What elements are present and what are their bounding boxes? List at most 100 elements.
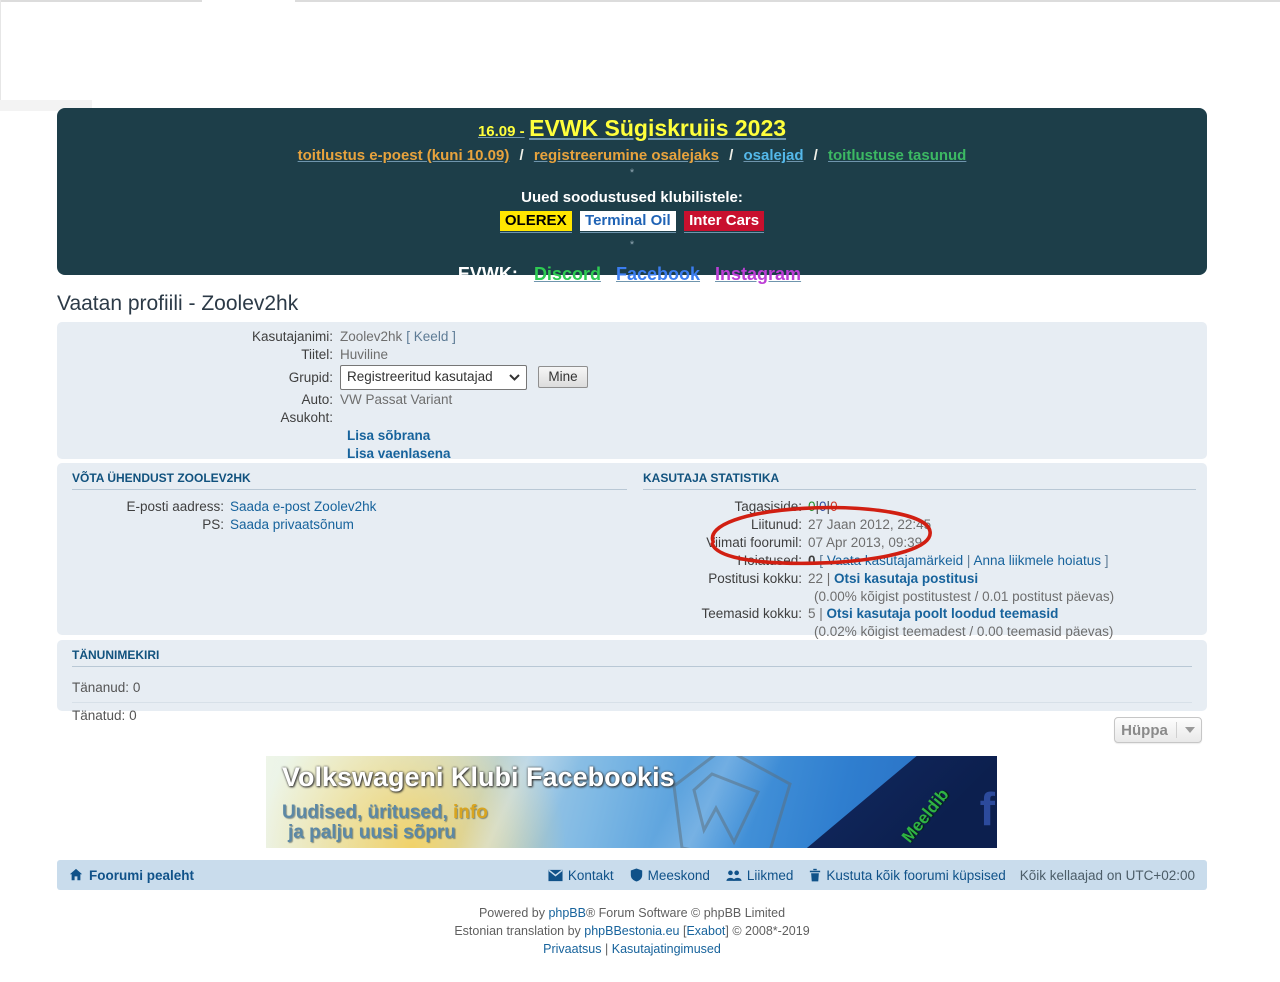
add-friend-link[interactable]: Lisa sõbrana xyxy=(347,427,1207,445)
topics-label: Teemasid kokku: xyxy=(643,605,808,623)
members-link[interactable]: Liikmed xyxy=(726,868,794,883)
groups-select[interactable]: Registreeritud kasutajad xyxy=(340,365,527,390)
team-link[interactable]: Meeskond xyxy=(630,868,710,883)
feedback-negative[interactable]: 0 xyxy=(830,499,838,514)
event-links-row: toitlustus e-poest (kuni 10.09) / regist… xyxy=(57,147,1207,164)
divider xyxy=(72,666,1192,667)
powered-by-suffix: ® Forum Software © phpBB Limited xyxy=(586,906,785,920)
credits-line2: Estonian translation by phpBBestonia.eu … xyxy=(57,922,1207,940)
profile-row-car: Auto: VW Passat Variant xyxy=(57,391,1207,409)
give-warning-link[interactable]: Anna liikmele hoiatus xyxy=(973,553,1101,568)
facebook-link[interactable]: Facebook xyxy=(616,264,700,284)
stats-row-feedback: Tagasiside: 0|0|0 xyxy=(643,498,1196,516)
home-icon xyxy=(69,868,83,882)
translation-text: Estonian translation by xyxy=(454,924,584,938)
caret-down-icon xyxy=(1185,727,1195,733)
promo-heading: Uued soodustused klubilistele: xyxy=(57,189,1207,206)
site-credits: Powered by phpBB® Forum Software © phpBB… xyxy=(57,904,1207,958)
location-label: Asukoht: xyxy=(57,409,340,427)
terms-link[interactable]: Kasutajatingimused xyxy=(612,942,721,956)
members-label: Liikmed xyxy=(747,868,794,883)
stats-column: KASUTAJA STATISTIKA Tagasiside: 0|0|0 Li… xyxy=(643,471,1196,640)
powered-by-text: Powered by xyxy=(479,906,548,920)
posts-value-group: 22 | Otsi kasutaja postitusi xyxy=(808,570,978,588)
credits-line3: Privaatsus | Kasutajatingimused xyxy=(57,940,1207,958)
delete-cookies-link[interactable]: Kustuta kõik foorumi küpsised xyxy=(809,868,1005,883)
feedback-positive[interactable]: 0 xyxy=(808,499,816,514)
topics-count: 5 | xyxy=(808,606,823,621)
banner-line3: ja palju uusi sõpru xyxy=(288,822,456,844)
event-title-link[interactable]: EVWK Sügiskruiis 2023 xyxy=(529,115,786,141)
bracket: ] xyxy=(1105,553,1109,568)
groups-label: Grupid: xyxy=(57,369,340,387)
timezone-note: Kõik kellaajad on UTC+02:00 xyxy=(1020,868,1195,883)
groups-controls: Registreeritud kasutajad Mine xyxy=(340,365,588,390)
event-link-registreerumine[interactable]: registreerumine osalejaks xyxy=(534,147,719,164)
search-user-topics-link[interactable]: Otsi kasutaja poolt loodud teemasid xyxy=(827,606,1059,621)
event-date: 16.09 - xyxy=(478,123,525,140)
last-active-value: 07 Apr 2013, 09:39 xyxy=(808,534,922,552)
search-user-posts-link[interactable]: Otsi kasutaja postitusi xyxy=(834,571,978,586)
delete-cookies-label: Kustuta kõik foorumi küpsised xyxy=(826,868,1005,883)
joined-value: 27 Jaan 2012, 22:45 xyxy=(808,516,931,534)
received-label: Tänatud: xyxy=(72,708,125,723)
contact-heading: VÕTA ÜHENDUST ZOOLEV2HK xyxy=(72,471,627,485)
email-label: E-posti aadress: xyxy=(72,498,230,516)
ban-link[interactable]: [ Keeld ] xyxy=(406,329,456,344)
event-title-row: 16.09 - EVWK Sügiskruiis 2023 xyxy=(57,108,1207,145)
add-foe-link[interactable]: Lisa vaenlasena xyxy=(347,445,1207,463)
exabot-link[interactable]: Exabot xyxy=(686,924,725,938)
discord-link[interactable]: Discord xyxy=(534,264,601,284)
stats-row-topics: Teemasid kokku: 5 | Otsi kasutaja poolt … xyxy=(643,605,1196,623)
bracket: [ xyxy=(819,553,823,568)
privacy-link[interactable]: Privaatsus xyxy=(543,942,601,956)
view-user-notes-link[interactable]: Vaata kasutajamärkeid xyxy=(827,553,963,568)
sponsor-link-inter-cars[interactable]: Inter Cars xyxy=(684,211,764,233)
thanks-row-given: Tänanud: 0 xyxy=(72,675,1192,703)
screenshot-edge-artifact xyxy=(295,0,1280,2)
pm-label: PS: xyxy=(72,516,230,534)
feedback-neutral[interactable]: 0 xyxy=(819,499,827,514)
facebook-ad-banner[interactable]: Volkswageni Klubi Facebookis Uudised, ür… xyxy=(266,756,997,848)
divider xyxy=(1176,722,1177,738)
contact-row-pm: PS: Saada privaatsõnum xyxy=(72,516,627,534)
stats-row-posts: Postitusi kokku: 22 | Otsi kasutaja post… xyxy=(643,570,1196,588)
vw-logo-outline xyxy=(654,756,804,848)
posts-detail: (0.00% kõigist postitustest / 0.01 posti… xyxy=(814,588,1196,605)
forum-home-label: Foorumi pealeht xyxy=(89,868,194,883)
jump-to-dropdown[interactable]: Hüppa xyxy=(1114,717,1202,743)
forum-home-link[interactable]: Foorumi pealeht xyxy=(69,868,194,883)
banner-line2-highlight: info xyxy=(453,802,488,823)
thanks-panel: TÄNUNIMEKIRI Tänanud: 0 Tänatud: 0 xyxy=(57,640,1207,711)
sponsor-badge-terminal-oil[interactable]: Terminal Oil xyxy=(580,211,676,231)
title-value: Huviline xyxy=(340,346,388,364)
contact-link[interactable]: Kontakt xyxy=(548,868,614,883)
sponsor-badge-olerex[interactable]: OLEREX xyxy=(500,211,572,231)
translation-suffix: ] © 2008*-2019 xyxy=(725,924,809,938)
event-link-toitlustus[interactable]: toitlustus e-poest (kuni 10.09) xyxy=(298,147,510,164)
send-email-link[interactable]: Saada e-post Zoolev2hk xyxy=(230,498,376,516)
sponsor-link-olerex[interactable]: OLEREX xyxy=(500,211,572,233)
event-link-tasunud[interactable]: toitlustuse tasunud xyxy=(828,147,966,164)
team-label: Meeskond xyxy=(648,868,710,883)
facebook-f-icon: f xyxy=(980,782,995,836)
warnings-label: Hoiatused: xyxy=(643,552,808,570)
contact-row-email: E-posti aadress: Saada e-post Zoolev2hk xyxy=(72,498,627,516)
send-pm-link[interactable]: Saada privaatsõnum xyxy=(230,516,354,534)
topics-value-group: 5 | Otsi kasutaja poolt loodud teemasid xyxy=(808,605,1058,623)
phpbb-link[interactable]: phpBB xyxy=(548,906,586,920)
phpbbestonia-link[interactable]: phpBBestonia.eu xyxy=(584,924,679,938)
instagram-link[interactable]: Instagram xyxy=(715,264,801,284)
profile-row-title: Tiitel: Huviline xyxy=(57,346,1207,364)
stats-row-warnings: Hoiatused: 0 [ Vaata kasutajamärkeid | A… xyxy=(643,552,1196,570)
sponsor-badge-inter-cars[interactable]: Inter Cars xyxy=(684,211,764,231)
posts-label: Postitusi kokku: xyxy=(643,570,808,588)
received-value: 0 xyxy=(129,708,137,723)
go-button[interactable]: Mine xyxy=(538,366,587,388)
stats-row-joined: Liitunud: 27 Jaan 2012, 22:45 xyxy=(643,516,1196,534)
warnings-value-group: 0 [ Vaata kasutajamärkeid | Anna liikmel… xyxy=(808,552,1109,570)
warnings-count: 0 xyxy=(808,553,816,568)
sponsor-link-terminal-oil[interactable]: Terminal Oil xyxy=(580,211,676,233)
banner-title: Volkswageni Klubi Facebookis xyxy=(282,762,675,793)
event-link-osalejad[interactable]: osalejad xyxy=(743,147,803,164)
